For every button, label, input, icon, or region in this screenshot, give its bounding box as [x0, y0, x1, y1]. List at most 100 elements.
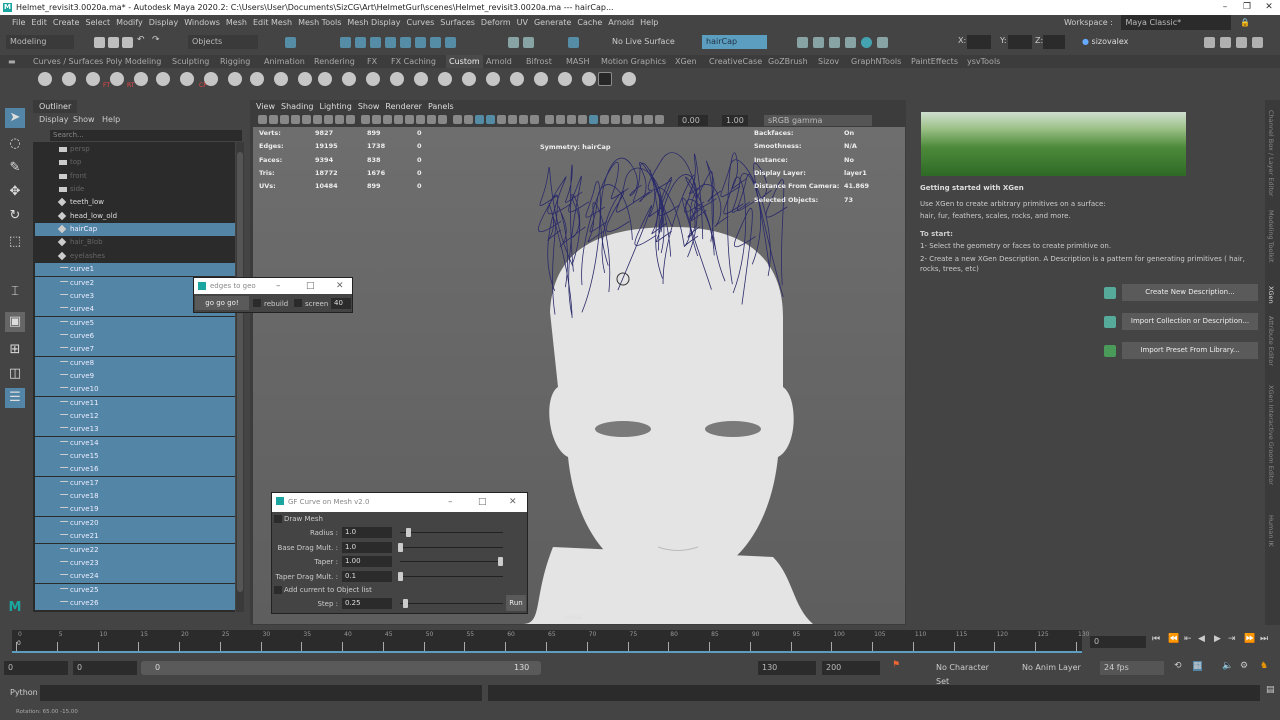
slider-thumb[interactable]	[398, 571, 403, 581]
viewport-tool-icon[interactable]	[313, 115, 322, 124]
shelf-tab-rigging[interactable]: Rigging	[220, 55, 250, 68]
anim-layer-dropdown[interactable]: No Anim Layer	[1018, 661, 1088, 675]
shelf-tool-icon[interactable]	[438, 72, 452, 86]
viewport-tool-icon[interactable]	[324, 115, 333, 124]
shelf-tool-icon[interactable]	[204, 72, 218, 86]
save-scene-icon[interactable]	[122, 37, 133, 48]
outliner-item[interactable]: hairCap	[35, 223, 235, 237]
mode-dropdown[interactable]: Modeling	[6, 35, 74, 49]
shelf-tool-icon[interactable]	[414, 72, 428, 86]
outliner-item[interactable]: curve25	[35, 583, 235, 597]
preferences-icon[interactable]: ⚙	[1240, 661, 1248, 671]
shelf-tab-custom[interactable]: Custom	[446, 55, 483, 68]
ipr-render-icon[interactable]	[829, 37, 840, 48]
viewport-menu-shading[interactable]: Shading	[281, 102, 314, 111]
shelf-tool-icon[interactable]	[622, 72, 636, 86]
side-tab-xgen-interactive-groom-editor[interactable]: XGen Interactive Groom Editor	[1267, 385, 1275, 485]
cache-playback-icon[interactable]: ▦	[1193, 661, 1202, 671]
viewport-tool-icon[interactable]	[556, 115, 565, 124]
shelf-tab-mash[interactable]: MASH	[566, 55, 589, 68]
lasso-tool-icon[interactable]: ◌	[5, 134, 25, 154]
four-view-layout-icon[interactable]: ⊞	[5, 340, 25, 360]
shelf-tool-icon[interactable]	[110, 72, 124, 86]
shelf-tool-icon[interactable]	[86, 72, 100, 86]
shelf-tool-icon[interactable]	[134, 72, 148, 86]
current-frame-field[interactable]: 0	[1090, 636, 1146, 648]
outliner-item[interactable]: curve10	[35, 383, 235, 397]
last-tool-icon[interactable]: ⌶	[5, 282, 25, 302]
auto-key-icon[interactable]: ⚑	[892, 660, 900, 670]
side-tab-channel-box-layer-editor[interactable]: Channel Box / Layer Editor	[1267, 110, 1275, 197]
menu-windows[interactable]: Windows	[184, 18, 220, 27]
viewport-tool-icon[interactable]	[633, 115, 642, 124]
animation-end-field[interactable]: 200	[822, 661, 880, 675]
outliner-item[interactable]: curve1	[35, 263, 235, 277]
menu-mesh-display[interactable]: Mesh Display	[347, 18, 400, 27]
command-input[interactable]	[40, 685, 482, 701]
go-to-end-icon[interactable]: ⏭	[1260, 634, 1268, 644]
playback-end-field[interactable]: 130	[758, 661, 816, 675]
step-back-icon[interactable]: ⏪	[1168, 634, 1179, 644]
outliner-item[interactable]: curve21	[35, 530, 235, 544]
outliner-menu-help[interactable]: Help	[102, 114, 120, 126]
user-account-dropdown[interactable]: ● sizovalex	[1078, 35, 1156, 49]
minimize-button[interactable]: –	[448, 493, 453, 512]
shelf-tab-bifrost[interactable]: Bifrost	[526, 55, 552, 68]
snap-curve-icon[interactable]	[355, 37, 366, 48]
outliner-item[interactable]: curve17	[35, 476, 235, 490]
menu-help[interactable]: Help	[640, 18, 658, 27]
shelf-tab-poly-modeling[interactable]: Poly Modeling	[106, 55, 161, 68]
channel-box-icon[interactable]	[1252, 37, 1263, 48]
paint-select-tool-icon[interactable]: ✎	[5, 158, 25, 178]
shelf-tool-icon[interactable]	[156, 72, 170, 86]
outliner-item[interactable]: top	[35, 156, 235, 169]
selection-name-field[interactable]: hairCap	[702, 35, 767, 49]
viewport-menu-panels[interactable]: Panels	[428, 102, 454, 111]
menu-display[interactable]: Display	[149, 18, 179, 27]
menu-select[interactable]: Select	[85, 18, 110, 27]
render-sequence-icon[interactable]	[813, 37, 824, 48]
viewport-tool-icon[interactable]	[655, 115, 664, 124]
single-perspective-layout-icon[interactable]: ▣	[5, 312, 25, 332]
viewport-tool-icon[interactable]	[280, 115, 289, 124]
live-surface-field[interactable]: No Live Surface	[608, 35, 678, 49]
outliner-item[interactable]: head_low_old	[35, 210, 235, 223]
outliner-scrollbar[interactable]	[236, 142, 244, 612]
outliner-item[interactable]: curve14	[35, 436, 235, 450]
select-tool-icon[interactable]: ➤	[5, 108, 25, 128]
shelf-tool-icon[interactable]	[62, 72, 76, 86]
outliner-item[interactable]: curve22	[35, 543, 235, 557]
range-slider[interactable]: 0 130	[141, 661, 541, 675]
menu-mesh-tools[interactable]: Mesh Tools	[298, 18, 341, 27]
command-language-toggle[interactable]: Python	[10, 688, 38, 697]
shelf-tool-icon[interactable]	[38, 72, 52, 86]
close-button[interactable]: ✕	[336, 278, 344, 294]
screen-value-field[interactable]: 40	[331, 298, 351, 309]
animation-prefs-icon[interactable]: ♞	[1260, 661, 1268, 671]
shelf-tool-icon[interactable]	[250, 72, 264, 86]
side-tab-modeling-toolkit[interactable]: Modeling Toolkit	[1267, 210, 1275, 262]
add-current-checkbox[interactable]	[274, 586, 282, 594]
outliner-item[interactable]: curve26	[35, 596, 235, 610]
slider-thumb[interactable]	[406, 528, 411, 537]
snap-point-icon[interactable]	[370, 37, 381, 48]
outliner-item[interactable]: curve12	[35, 410, 235, 423]
viewport-tool-icon[interactable]	[578, 115, 587, 124]
viewport-tool-icon[interactable]	[291, 115, 300, 124]
workspace-dropdown[interactable]: Maya Classic*	[1121, 15, 1232, 30]
field-input[interactable]: 0.1	[342, 570, 392, 582]
shelf-tool-icon[interactable]	[228, 72, 242, 86]
color-space-dropdown[interactable]: sRGB gamma	[764, 115, 872, 126]
viewport-tool-icon[interactable]	[545, 115, 554, 124]
open-scene-icon[interactable]	[108, 37, 119, 48]
viewport-tool-icon[interactable]	[464, 115, 473, 124]
viewport-menu-renderer[interactable]: Renderer	[385, 102, 422, 111]
shelf-tool-icon[interactable]	[318, 72, 332, 86]
menu-edit[interactable]: Edit	[31, 18, 47, 27]
go-go-go-button[interactable]: go go go!	[195, 296, 249, 310]
modeling-toolkit-icon[interactable]	[1204, 37, 1215, 48]
viewport-tool-icon[interactable]	[394, 115, 403, 124]
snap-vertex-icon[interactable]	[415, 37, 426, 48]
snap-view-icon[interactable]	[385, 37, 396, 48]
shelf-tab-creativecase[interactable]: CreativeCase	[709, 55, 762, 68]
